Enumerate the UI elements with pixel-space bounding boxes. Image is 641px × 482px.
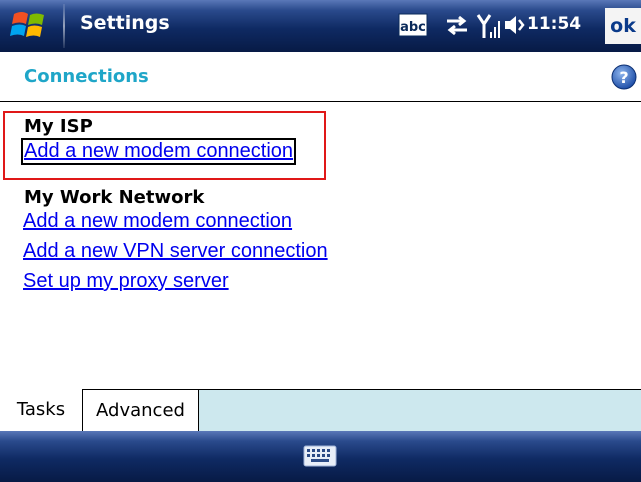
link-work-add-vpn-connection[interactable]: Add a new VPN server connection [23, 240, 328, 263]
link-work-add-modem-connection[interactable]: Add a new modem connection [23, 210, 292, 233]
section-heading-my-work-network: My Work Network [24, 187, 205, 208]
help-icon[interactable]: ? [611, 64, 637, 90]
volume-icon[interactable] [503, 12, 527, 38]
page-header: Connections ? [0, 52, 641, 102]
link-work-set-up-proxy[interactable]: Set up my proxy server [23, 270, 229, 293]
input-method-abc-icon[interactable]: abc [398, 12, 428, 38]
softkey-bar [0, 431, 641, 482]
windows-start-icon [10, 12, 44, 37]
window-title: Settings [80, 12, 170, 34]
link-isp-add-modem-connection[interactable]: Add a new modem connection [20, 138, 297, 165]
keyboard-icon[interactable] [303, 444, 337, 468]
page-title: Connections [24, 66, 149, 87]
signal-strength-icon[interactable] [476, 12, 500, 40]
start-button[interactable] [0, 0, 62, 52]
clock[interactable]: 11:54 [527, 14, 581, 34]
connectivity-arrows-icon[interactable] [444, 12, 470, 38]
svg-text:abc: abc [400, 20, 426, 35]
section-heading-my-isp: My ISP [24, 116, 93, 137]
tab-tasks[interactable]: Tasks [0, 389, 83, 431]
tab-strip: Tasks Advanced [0, 389, 641, 431]
header-divider [0, 101, 641, 102]
ok-button[interactable]: ok [605, 8, 641, 44]
svg-text:?: ? [619, 68, 628, 87]
title-bar: Settings abc 11:54 ok [0, 0, 641, 52]
tab-advanced[interactable]: Advanced [83, 389, 199, 431]
title-separator [63, 4, 65, 48]
